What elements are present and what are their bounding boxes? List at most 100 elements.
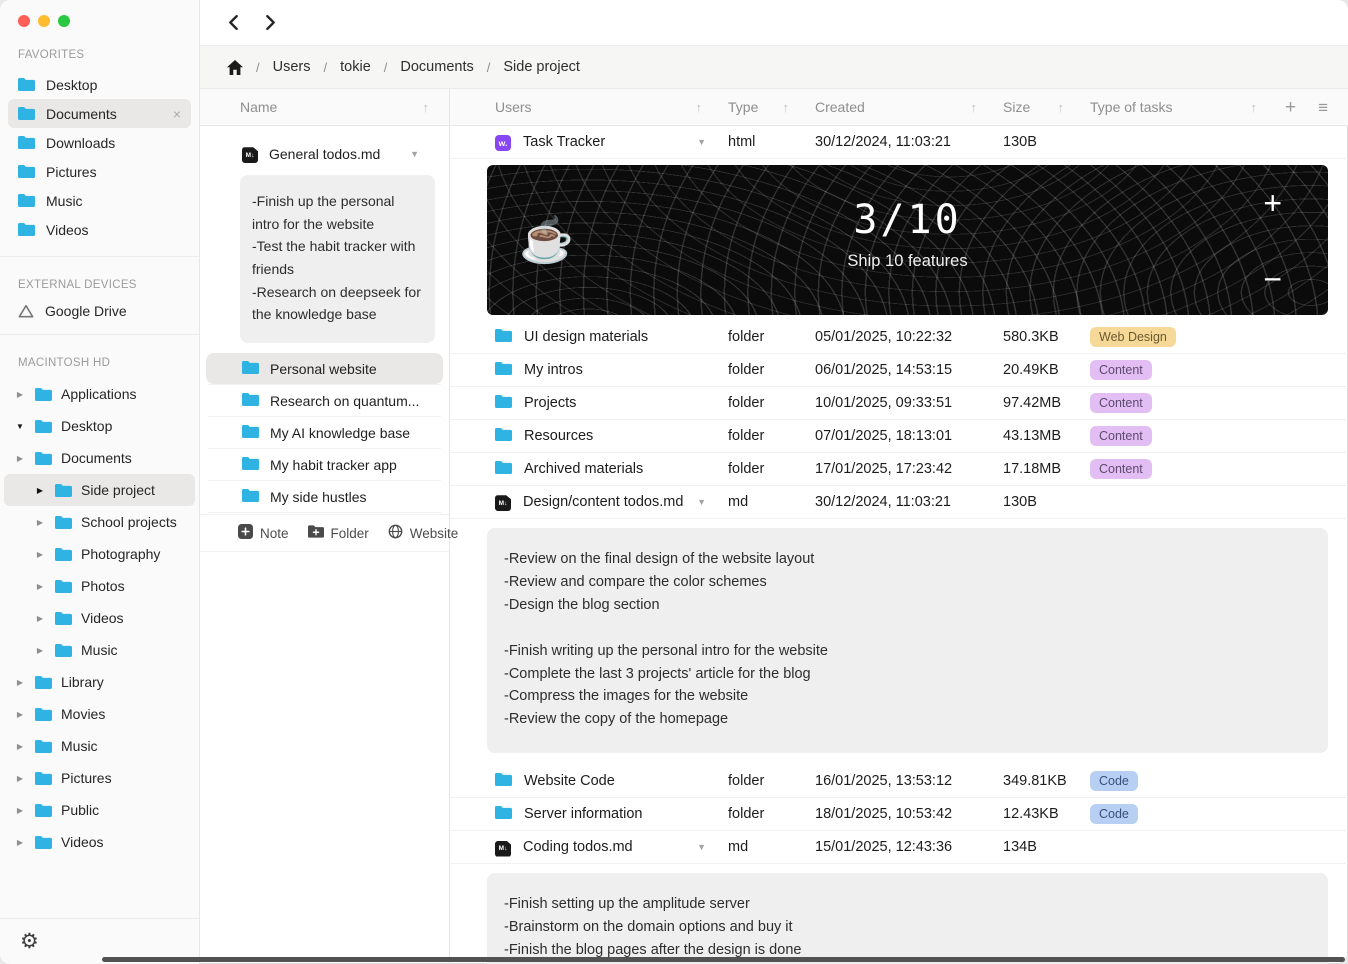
- sidebar-item-music[interactable]: Music ×: [8, 186, 191, 215]
- list-item-my-ai-knowledge-base[interactable]: My AI knowledge base ▼: [206, 417, 443, 448]
- list-item-general-todos-md[interactable]: M↓ General todos.md ▼: [206, 138, 443, 169]
- sort-asc-icon[interactable]: ↑: [696, 100, 703, 115]
- tree-item-applications[interactable]: ▶ Applications: [4, 378, 195, 410]
- disclosure-arrow-icon[interactable]: ▶: [34, 646, 46, 655]
- tree-item-public[interactable]: ▶ Public: [4, 794, 195, 826]
- tree-item-movies[interactable]: ▶ Movies: [4, 698, 195, 730]
- sort-asc-icon[interactable]: ↑: [971, 100, 978, 115]
- list-item-personal-website[interactable]: Personal website ▼: [206, 353, 443, 384]
- column-header-size[interactable]: Size↑: [1003, 99, 1090, 115]
- decrement-button[interactable]: −: [1263, 267, 1282, 293]
- disclosure-arrow-icon[interactable]: ▶: [14, 710, 26, 719]
- sidebar-item-google-drive[interactable]: Google Drive: [0, 300, 199, 322]
- close-window-button[interactable]: [18, 15, 30, 27]
- tree-item-photos[interactable]: ▶ Photos: [4, 570, 195, 602]
- breadcrumb-documents[interactable]: Documents: [400, 59, 473, 75]
- table-row-ui-design-materials[interactable]: UI design materials ▼ folder 05/01/2025,…: [450, 321, 1348, 354]
- forward-button[interactable]: [265, 14, 276, 31]
- chevron-down-icon[interactable]: ▼: [697, 137, 728, 147]
- settings-gear-icon[interactable]: ⚙: [20, 931, 39, 952]
- chevron-down-icon[interactable]: ▼: [697, 842, 728, 852]
- sidebar-item-videos[interactable]: Videos ×: [8, 215, 191, 244]
- sidebar-item-documents[interactable]: Documents ×: [8, 99, 191, 128]
- list-item-my-side-hustles[interactable]: My side hustles ▼: [206, 481, 443, 512]
- tree-item-label: Movies: [61, 706, 105, 722]
- column-header-created[interactable]: Created↑: [815, 99, 1003, 115]
- file-size-cell: 20.49KB: [1003, 362, 1090, 378]
- tree-item-videos[interactable]: ▶ Videos: [4, 826, 195, 858]
- sort-asc-icon[interactable]: ↑: [1058, 100, 1065, 115]
- table-row-projects[interactable]: Projects ▼ folder 10/01/2025, 09:33:51 9…: [450, 387, 1348, 420]
- file-name-label: Projects: [524, 395, 576, 411]
- disclosure-arrow-icon[interactable]: ▶: [34, 550, 46, 559]
- disclosure-arrow-icon[interactable]: ▶: [14, 838, 26, 847]
- breadcrumb-users[interactable]: Users: [273, 59, 311, 75]
- sidebar-item-pictures[interactable]: Pictures ×: [8, 157, 191, 186]
- sort-asc-icon[interactable]: ↑: [1251, 100, 1258, 115]
- column-header-type[interactable]: Type↑: [728, 99, 815, 115]
- maximize-window-button[interactable]: [58, 15, 70, 27]
- new-website-button[interactable]: Website: [388, 524, 459, 542]
- new-folder-button[interactable]: Folder: [308, 525, 369, 541]
- tree-item-side-project[interactable]: ▶ Side project: [4, 474, 195, 506]
- disclosure-arrow-icon[interactable]: ▶: [14, 390, 26, 399]
- file-size-cell: 134B: [1003, 839, 1090, 855]
- disclosure-arrow-icon[interactable]: ▶: [34, 582, 46, 591]
- html-file-icon: w.: [495, 134, 511, 151]
- add-column-icon[interactable]: +: [1285, 98, 1296, 117]
- chevron-down-icon[interactable]: ▼: [697, 497, 728, 507]
- disclosure-arrow-icon[interactable]: ▶: [14, 742, 26, 751]
- disclosure-arrow-icon[interactable]: ▶: [34, 518, 46, 527]
- name-column-header[interactable]: Name ↑: [200, 89, 449, 126]
- tree-item-school-projects[interactable]: ▶ School projects: [4, 506, 195, 538]
- horizontal-scrollbar[interactable]: [102, 957, 1345, 962]
- increment-button[interactable]: +: [1263, 191, 1282, 217]
- minimize-window-button[interactable]: [38, 15, 50, 27]
- chevron-down-icon[interactable]: ▼: [410, 149, 433, 159]
- disclosure-arrow-icon[interactable]: ▶: [34, 486, 46, 495]
- new-note-button[interactable]: Note: [238, 524, 289, 542]
- home-icon[interactable]: [227, 60, 243, 75]
- sort-asc-icon[interactable]: ↑: [423, 100, 430, 115]
- column-header-type-of-tasks[interactable]: Type of tasks↑: [1090, 99, 1283, 115]
- table-row-task-tracker[interactable]: w. Task Tracker ▼ html 30/12/2024, 11:03…: [450, 126, 1348, 159]
- back-button[interactable]: [228, 14, 239, 31]
- folder-icon: [18, 194, 35, 207]
- table-row-my-intros[interactable]: My intros ▼ folder 06/01/2025, 14:53:15 …: [450, 354, 1348, 387]
- file-size-cell: 17.18MB: [1003, 461, 1090, 477]
- folder-icon: [35, 836, 52, 849]
- sidebar-item-desktop[interactable]: Desktop ×: [8, 70, 191, 99]
- disclosure-arrow-icon[interactable]: ▶: [14, 454, 26, 463]
- table-row-archived-materials[interactable]: Archived materials ▼ folder 17/01/2025, …: [450, 453, 1348, 486]
- tree-item-videos[interactable]: ▶ Videos: [4, 602, 195, 634]
- detail-table: Users↑Type↑Created↑Size↑Type of tasks↑ +…: [450, 89, 1348, 964]
- close-icon[interactable]: ×: [173, 107, 181, 121]
- column-header-users[interactable]: Users↑: [450, 99, 728, 115]
- breadcrumb-tokie[interactable]: tokie: [340, 59, 371, 75]
- disclosure-arrow-icon[interactable]: ▼: [14, 422, 26, 431]
- table-row-coding-todos-md[interactable]: M↓ Coding todos.md ▼ md 15/01/2025, 12:4…: [450, 831, 1348, 864]
- list-item-research-on-quantum[interactable]: Research on quantum... ▼: [206, 385, 443, 416]
- sort-asc-icon[interactable]: ↑: [783, 100, 790, 115]
- tree-item-music[interactable]: ▶ Music: [4, 730, 195, 762]
- breadcrumb-side-project[interactable]: Side project: [503, 59, 580, 75]
- table-row-resources[interactable]: Resources ▼ folder 07/01/2025, 18:13:01 …: [450, 420, 1348, 453]
- task-type-cell: Web Design: [1090, 327, 1283, 347]
- disclosure-arrow-icon[interactable]: ▶: [14, 774, 26, 783]
- tree-item-photography[interactable]: ▶ Photography: [4, 538, 195, 570]
- table-row-design-content-todos-md[interactable]: M↓ Design/content todos.md ▼ md 30/12/20…: [450, 486, 1348, 519]
- table-menu-icon[interactable]: ≡: [1318, 99, 1328, 116]
- tree-item-documents[interactable]: ▶ Documents: [4, 442, 195, 474]
- sidebar-item-downloads[interactable]: Downloads ×: [8, 128, 191, 157]
- table-row-website-code[interactable]: Website Code ▼ folder 16/01/2025, 13:53:…: [450, 765, 1348, 798]
- tree-item-music[interactable]: ▶ Music: [4, 634, 195, 666]
- list-item-my-habit-tracker-app[interactable]: My habit tracker app ▼: [206, 449, 443, 480]
- disclosure-arrow-icon[interactable]: ▶: [14, 806, 26, 815]
- disclosure-arrow-icon[interactable]: ▶: [14, 678, 26, 687]
- file-created-cell: 07/01/2025, 18:13:01: [815, 428, 1003, 444]
- tree-item-pictures[interactable]: ▶ Pictures: [4, 762, 195, 794]
- table-row-server-information[interactable]: Server information ▼ folder 18/01/2025, …: [450, 798, 1348, 831]
- tree-item-library[interactable]: ▶ Library: [4, 666, 195, 698]
- disclosure-arrow-icon[interactable]: ▶: [34, 614, 46, 623]
- tree-item-desktop[interactable]: ▼ Desktop: [4, 410, 195, 442]
